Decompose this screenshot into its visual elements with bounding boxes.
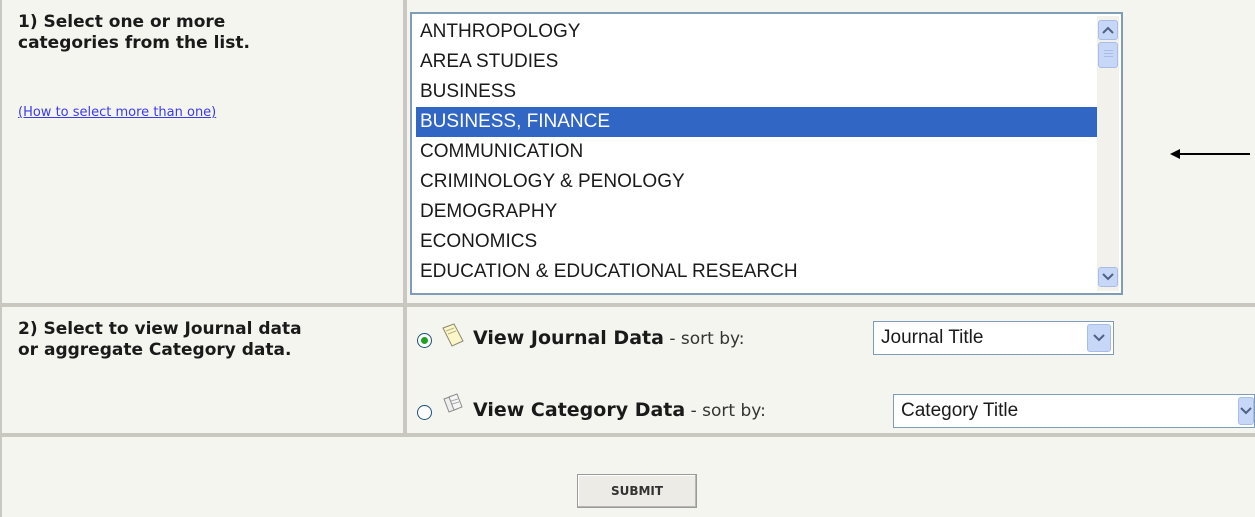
chevron-down-icon <box>1093 334 1105 342</box>
form-panel: 1) Select one or more categories from th… <box>0 0 1255 517</box>
category-option-title: View Category Data <box>473 399 686 421</box>
arrow-left-icon <box>1170 149 1250 159</box>
journal-sort-dropdown-button[interactable] <box>1087 324 1111 352</box>
column-divider <box>403 0 407 436</box>
category-list: ANTHROPOLOGY AREA STUDIES BUSINESS BUSINESS… <box>416 17 1106 287</box>
category-option[interactable]: ANTHROPOLOGY <box>416 17 1106 47</box>
category-option[interactable]: EDUCATION & EDUCATIONAL RESEARCH <box>416 257 1106 287</box>
category-pages-icon <box>443 393 463 413</box>
category-option[interactable]: BUSINESS, FINANCE <box>416 107 1106 137</box>
step2-heading-line2: or aggregate Category data. <box>18 340 292 360</box>
chevron-down-icon <box>1240 407 1252 415</box>
category-option[interactable]: CRIMINOLOGY & PENOLOGY <box>416 167 1106 197</box>
journal-data-radio[interactable] <box>417 333 432 348</box>
step2-heading: 2) Select to view Journal data or aggreg… <box>18 319 302 361</box>
journal-sort-select[interactable]: Journal Title <box>873 321 1114 355</box>
category-data-radio[interactable] <box>417 405 432 420</box>
listbox-scrollbar[interactable] <box>1097 16 1119 291</box>
category-sort-value: Category Title <box>901 400 1019 421</box>
scroll-down-button[interactable] <box>1098 267 1118 287</box>
journal-sort-value: Journal Title <box>881 327 984 348</box>
how-to-select-link[interactable]: (How to select more than one) <box>18 105 216 120</box>
scroll-thumb[interactable] <box>1098 42 1118 68</box>
category-sort-dropdown-button[interactable] <box>1238 397 1254 425</box>
scroll-up-button[interactable] <box>1098 20 1118 40</box>
row-divider-2 <box>0 433 1255 437</box>
submit-button[interactable]: SUBMIT <box>577 474 697 508</box>
journal-sort-text: - sort by: <box>663 329 745 349</box>
step1-heading: 1) Select one or more categories from th… <box>18 12 250 54</box>
category-option[interactable]: DEMOGRAPHY <box>416 197 1106 227</box>
step2-heading-line1: 2) Select to view Journal data <box>18 319 302 339</box>
journal-data-label: View Journal Data - sort by: <box>473 327 745 349</box>
row-divider-1 <box>0 303 1255 307</box>
category-listbox[interactable]: ANTHROPOLOGY AREA STUDIES BUSINESS BUSINESS… <box>410 12 1123 295</box>
category-data-label: View Category Data - sort by: <box>473 399 766 421</box>
category-sort-select[interactable]: Category Title <box>893 394 1255 428</box>
chevron-down-icon <box>1102 273 1114 281</box>
category-option[interactable]: COMMUNICATION <box>416 137 1106 167</box>
journal-page-icon <box>442 323 464 347</box>
category-option[interactable]: ECONOMICS <box>416 227 1106 257</box>
category-option[interactable]: AREA STUDIES <box>416 47 1106 77</box>
category-option[interactable]: BUSINESS <box>416 77 1106 107</box>
left-border <box>0 0 2 517</box>
chevron-up-icon <box>1102 26 1114 34</box>
journal-option-title: View Journal Data <box>473 327 664 349</box>
step1-heading-line1: 1) Select one or more <box>18 12 226 32</box>
step1-heading-line2: categories from the list. <box>18 33 250 53</box>
category-sort-text: - sort by: <box>685 401 766 421</box>
